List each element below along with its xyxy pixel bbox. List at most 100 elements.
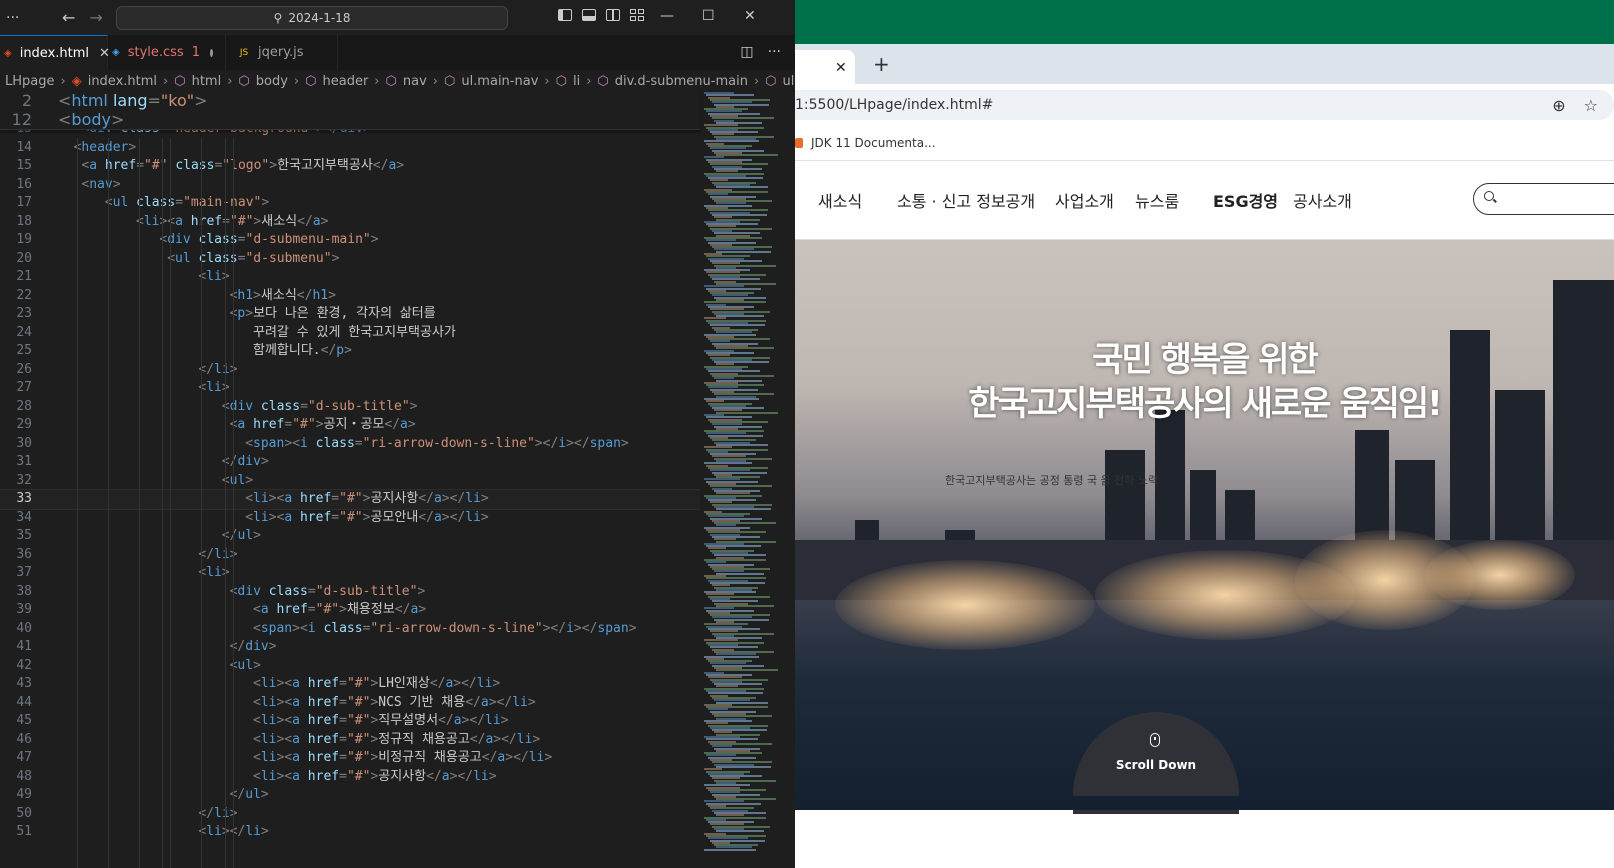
code-line[interactable]: 51 <li></li> bbox=[0, 823, 700, 842]
code-line[interactable]: 38 <div class="d-sub-title"> bbox=[0, 583, 700, 602]
nav-item-newsroom[interactable]: 뉴스룸 bbox=[1135, 188, 1179, 212]
browser-tab[interactable]: ✕ bbox=[795, 50, 855, 84]
code-line[interactable]: 27<li> bbox=[0, 379, 700, 398]
editor-scrollbar[interactable] bbox=[784, 92, 795, 868]
code-line[interactable]: 18<li><a href="#">새소식</a> bbox=[0, 213, 700, 232]
code-editor[interactable]: 13<div class="header-background"></div>1… bbox=[0, 92, 701, 868]
code-line[interactable]: 15 <a href="#" class="logo">한국고지부택공사</a> bbox=[0, 157, 700, 176]
code-line[interactable]: 20 <ul class="d-submenu"> bbox=[0, 250, 700, 269]
code-line[interactable]: 34 <li><a href="#">공모안내</a></li> bbox=[0, 509, 700, 528]
more-actions-icon[interactable]: ··· bbox=[768, 44, 781, 60]
code-line[interactable]: 36 </li> bbox=[0, 546, 700, 565]
nav-item-about[interactable]: 공사소개 bbox=[1293, 188, 1352, 212]
code-line[interactable]: 21<li> bbox=[0, 268, 700, 287]
code-line[interactable]: 16 <nav> bbox=[0, 176, 700, 195]
minimize-icon[interactable]: — bbox=[660, 8, 674, 24]
line-number: 35 bbox=[16, 528, 32, 543]
vscode-window: ··· ← → ⚲ 2024-1-18 — ☐ ✕ ◈ index.html ✕… bbox=[0, 0, 795, 868]
breadcrumb-item[interactable]: div.d-submenu-main bbox=[615, 74, 748, 89]
code-line[interactable]: 45 <li><a href="#">직무설명서</a></li> bbox=[0, 712, 700, 731]
split-editor-icon[interactable]: ◫ bbox=[740, 44, 753, 60]
code-line[interactable]: 35 </ul> bbox=[0, 527, 700, 546]
toggle-panel-icon[interactable] bbox=[582, 9, 596, 21]
line-number: 37 bbox=[16, 565, 32, 580]
code-line[interactable]: 39 <a href="#">채용정보</a> bbox=[0, 601, 700, 620]
breadcrumb-item[interactable]: ul.main-nav bbox=[461, 74, 538, 89]
line-number: 34 bbox=[16, 509, 32, 525]
customize-layout-icon[interactable] bbox=[630, 9, 644, 21]
breadcrumb-item[interactable]: nav bbox=[403, 74, 427, 89]
code-line[interactable]: 2 <html lang="ko"> bbox=[0, 91, 700, 111]
menu-more-icon[interactable]: ··· bbox=[6, 10, 30, 26]
nav-item-esg[interactable]: ESG경영 bbox=[1213, 188, 1278, 212]
sticky-scroll[interactable]: 2 <html lang="ko"> 12 <body> bbox=[0, 91, 700, 130]
breadcrumb-item[interactable]: index.html bbox=[88, 74, 157, 89]
code-line[interactable]: 44 <li><a href="#">NCS 기반 채용</a></li> bbox=[0, 694, 700, 713]
url-field[interactable]: 1:5500/LHpage/index.html# bbox=[795, 90, 1614, 120]
command-center[interactable]: ⚲ 2024-1-18 bbox=[116, 6, 508, 30]
close-window-icon[interactable]: ✕ bbox=[744, 8, 756, 24]
toggle-sidebar-icon[interactable] bbox=[558, 9, 572, 21]
tab-index-html[interactable]: ◈ index.html ✕ bbox=[0, 35, 110, 70]
code-line[interactable]: 19 <div class="d-submenu-main"> bbox=[0, 231, 700, 250]
indent-guide bbox=[162, 138, 164, 868]
back-arrow-icon[interactable]: ← bbox=[62, 8, 75, 27]
code-line[interactable]: 47 <li><a href="#">비정규직 채용공고</a></li> bbox=[0, 749, 700, 768]
code-line[interactable]: 33 <li><a href="#">공지사항</a></li> bbox=[0, 489, 701, 510]
toggle-secondary-sidebar-icon[interactable] bbox=[606, 9, 620, 21]
unsaved-dot-icon[interactable] bbox=[209, 48, 213, 57]
code-line[interactable]: 40 <span><i class="ri-arrow-down-s-line">… bbox=[0, 620, 700, 639]
code-line[interactable]: 42 <ul> bbox=[0, 657, 700, 676]
site-search-input[interactable] bbox=[1473, 183, 1614, 215]
tab-jqery-js[interactable]: JS jqery.js bbox=[226, 35, 338, 70]
code-line[interactable]: 26 </li> bbox=[0, 361, 700, 380]
layout-controls bbox=[558, 9, 644, 21]
maximize-icon[interactable]: ☐ bbox=[702, 8, 715, 24]
breadcrumb-item[interactable]: LHpage bbox=[5, 74, 55, 89]
bookmark-item[interactable]: JDK 11 Documenta... bbox=[811, 136, 936, 150]
breadcrumb-item[interactable]: li bbox=[573, 74, 580, 89]
code-line[interactable]: 41 </div> bbox=[0, 638, 700, 657]
code-line[interactable]: 37<li> bbox=[0, 564, 700, 583]
code-text: <li><a href="#">공지사항</a></li> bbox=[245, 491, 489, 506]
breadcrumb-item[interactable]: body bbox=[256, 74, 288, 89]
code-line[interactable]: 31 </div> bbox=[0, 453, 700, 472]
code-line[interactable]: 48 <li><a href="#">공지사항</a></li> bbox=[0, 768, 700, 787]
breadcrumb-item[interactable]: ul.d-subme bbox=[783, 74, 795, 89]
code-line[interactable]: 28 <div class="d-sub-title"> bbox=[0, 398, 700, 417]
indent-guide bbox=[107, 138, 109, 868]
bookmark-star-icon[interactable]: ☆ bbox=[1584, 96, 1598, 115]
breadcrumb-item[interactable]: html bbox=[192, 74, 222, 89]
code-line[interactable]: 14 <header> bbox=[0, 139, 700, 158]
code-line[interactable]: 29 <a href="#">공지・공모</a> bbox=[0, 416, 700, 435]
forward-arrow-icon[interactable]: → bbox=[89, 8, 102, 27]
code-line[interactable]: 49 </ul> bbox=[0, 786, 700, 805]
new-tab-icon[interactable]: + bbox=[873, 52, 890, 76]
close-tab-icon[interactable]: ✕ bbox=[835, 60, 847, 76]
code-text: <nav> bbox=[81, 176, 121, 192]
code-line[interactable]: 30 <span><i class="ri-arrow-down-s-line">… bbox=[0, 435, 700, 454]
code-line[interactable]: 25 함께합니다.</p> bbox=[0, 342, 700, 361]
nav-item-business[interactable]: 사업소개 bbox=[1055, 188, 1114, 212]
code-line[interactable]: 32 <ul> bbox=[0, 472, 700, 491]
code-line[interactable]: 22 <h1>새소식</h1> bbox=[0, 287, 700, 306]
nav-item-news[interactable]: 새소식 bbox=[818, 188, 862, 212]
line-number: 41 bbox=[16, 639, 32, 654]
code-line[interactable]: 46 <li><a href="#">정규직 채용공고</a></li> bbox=[0, 731, 700, 750]
code-line[interactable]: 17 <ul class="main-nav"> bbox=[0, 194, 700, 213]
code-line[interactable]: 12 <body> bbox=[0, 110, 700, 130]
code-line[interactable]: 23 <p>보다 나은 환경, 각자의 삶터를 bbox=[0, 305, 700, 324]
scroll-down-button[interactable]: Scroll Down bbox=[1073, 712, 1239, 796]
code-line[interactable]: 24 꾸려갈 수 있게 한국고지부택공사가 bbox=[0, 324, 700, 343]
line-number: 47 bbox=[16, 750, 32, 765]
minimap[interactable] bbox=[700, 92, 782, 868]
tab-style-css[interactable]: ◈ style.css 1 bbox=[108, 35, 226, 70]
breadcrumb-item[interactable]: header bbox=[322, 74, 368, 89]
nav-item-communication[interactable]: 소통 · 신고 정보공개 bbox=[897, 188, 1035, 212]
code-line[interactable]: 50 </li> bbox=[0, 805, 700, 824]
editor-tabs: ◈ index.html ✕ ◈ style.css 1 JS jqery.js bbox=[0, 35, 795, 70]
chevron-right-icon: › bbox=[374, 73, 380, 89]
browser-window: ✕ + 1:5500/LHpage/index.html# ⊕ ☆ JDK 11… bbox=[795, 0, 1614, 868]
zoom-icon[interactable]: ⊕ bbox=[1552, 96, 1565, 115]
code-line[interactable]: 43 <li><a href="#">LH인재상</a></li> bbox=[0, 675, 700, 694]
